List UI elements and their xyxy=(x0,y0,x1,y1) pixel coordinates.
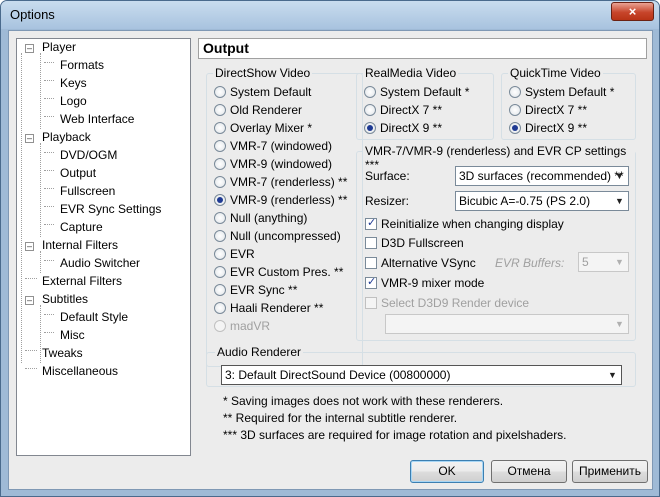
reinitialize-checkbox[interactable] xyxy=(365,216,377,230)
note-3d-surfaces: *** 3D surfaces are required for image r… xyxy=(223,428,567,442)
radio-button[interactable] xyxy=(214,122,226,134)
vmr-settings-group: VMR-7/VMR-9 (renderless) and EVR CP sett… xyxy=(356,144,636,341)
radio-label: DirectX 7 ** xyxy=(380,103,443,117)
window-title: Options xyxy=(10,7,55,22)
collapse-icon[interactable]: – xyxy=(25,242,34,251)
page-title: Output xyxy=(198,38,647,59)
collapse-icon[interactable]: – xyxy=(25,134,34,143)
radio-label: EVR xyxy=(230,247,255,261)
chevron-down-icon: ▼ xyxy=(615,319,624,329)
radio-button[interactable] xyxy=(364,104,376,116)
ok-button[interactable]: OK xyxy=(410,460,484,483)
radio-label: EVR Sync ** xyxy=(230,283,298,297)
radio-label: VMR-9 (windowed) xyxy=(230,157,333,171)
quicktime-video-title: QuickTime Video xyxy=(508,66,603,80)
render-device-dropdown[interactable]: ▼ xyxy=(385,314,629,334)
radio-label: DirectX 7 ** xyxy=(525,103,588,117)
radio-label: System Default xyxy=(230,85,312,99)
surface-dropdown[interactable]: 3D surfaces (recommended) ** ▼ xyxy=(455,166,629,186)
radio-label: Old Renderer xyxy=(230,103,303,117)
radio-label: VMR-7 (windowed) xyxy=(230,139,333,153)
radio-button[interactable] xyxy=(364,86,376,98)
radio-button[interactable] xyxy=(214,86,226,98)
note-subtitle-renderer: ** Required for the internal subtitle re… xyxy=(223,411,458,425)
radio-label: DirectX 9 ** xyxy=(380,121,443,135)
radio-button[interactable] xyxy=(214,230,226,242)
radio-label: VMR-9 (renderless) ** xyxy=(230,193,348,207)
collapse-icon[interactable]: – xyxy=(25,44,34,53)
radio-button[interactable] xyxy=(214,176,226,188)
directshow-video-title: DirectShow Video xyxy=(213,66,313,80)
apply-button[interactable]: Применить xyxy=(572,460,648,483)
radio-label: DirectX 9 ** xyxy=(525,121,588,135)
realmedia-video-group: RealMedia Video System Default * DirectX … xyxy=(356,66,494,140)
realmedia-video-title: RealMedia Video xyxy=(363,66,459,80)
evr-buffers-dropdown[interactable]: 5 ▼ xyxy=(578,252,629,272)
chevron-down-icon: ▼ xyxy=(608,370,617,380)
select-render-device-checkbox[interactable] xyxy=(365,297,377,309)
chevron-down-icon: ▼ xyxy=(615,257,624,267)
audio-renderer-group: Audio Renderer 3: Default DirectSound De… xyxy=(206,345,636,387)
chevron-down-icon: ▼ xyxy=(615,196,624,206)
radio-button[interactable] xyxy=(214,248,226,260)
radio-button[interactable] xyxy=(214,140,226,152)
radio-button[interactable] xyxy=(364,122,376,134)
cancel-button[interactable]: Отмена xyxy=(491,460,567,483)
radio-label: Haali Renderer ** xyxy=(230,301,324,315)
dialog-client: – Player Formats Keys Logo Web Interface… xyxy=(8,30,653,490)
radio-label: Null (uncompressed) xyxy=(230,229,341,243)
options-window: Options × – Player Formats Keys Logo Web… xyxy=(0,0,660,497)
audio-renderer-title: Audio Renderer xyxy=(215,345,304,359)
radio-label: VMR-7 (renderless) ** xyxy=(230,175,348,189)
radio-button[interactable] xyxy=(214,104,226,116)
radio-button[interactable] xyxy=(509,104,521,116)
collapse-icon[interactable]: – xyxy=(25,296,34,305)
close-button[interactable]: × xyxy=(611,2,654,21)
radio-label: System Default * xyxy=(380,85,470,99)
audio-renderer-dropdown[interactable]: 3: Default DirectSound Device (00800000)… xyxy=(221,365,622,385)
radio-button[interactable] xyxy=(509,86,521,98)
radio-label: Overlay Mixer * xyxy=(230,121,313,135)
surface-label: Surface: xyxy=(365,169,410,183)
d3d-fullscreen-checkbox[interactable] xyxy=(365,237,377,249)
resizer-dropdown[interactable]: Bicubic A=-0.75 (PS 2.0) ▼ xyxy=(455,191,629,211)
radio-button[interactable] xyxy=(214,158,226,170)
radio-button[interactable] xyxy=(214,194,226,206)
title-bar[interactable]: Options × xyxy=(1,1,659,29)
chevron-down-icon: ▼ xyxy=(615,171,624,181)
note-saving-images: * Saving images does not work with these… xyxy=(223,394,504,408)
directshow-video-group: DirectShow Video System Default Old Rende… xyxy=(206,66,363,367)
vmr9-mixer-mode-checkbox[interactable] xyxy=(365,275,377,289)
radio-button[interactable] xyxy=(214,320,226,332)
radio-button[interactable] xyxy=(214,284,226,296)
radio-label: EVR Custom Pres. ** xyxy=(230,265,344,279)
alternative-vsync-checkbox[interactable] xyxy=(365,257,377,269)
radio-button[interactable] xyxy=(509,122,521,134)
resizer-label: Resizer: xyxy=(365,194,410,208)
radio-button[interactable] xyxy=(214,302,226,314)
radio-button[interactable] xyxy=(214,266,226,278)
evr-buffers-label: EVR Buffers: xyxy=(495,256,565,270)
radio-label: Null (anything) xyxy=(230,211,308,225)
radio-label: madVR xyxy=(230,319,271,333)
radio-button[interactable] xyxy=(214,212,226,224)
options-tree: – Player Formats Keys Logo Web Interface… xyxy=(16,38,191,456)
quicktime-video-group: QuickTime Video System Default * DirectX … xyxy=(501,66,636,140)
radio-label: System Default * xyxy=(525,85,615,99)
